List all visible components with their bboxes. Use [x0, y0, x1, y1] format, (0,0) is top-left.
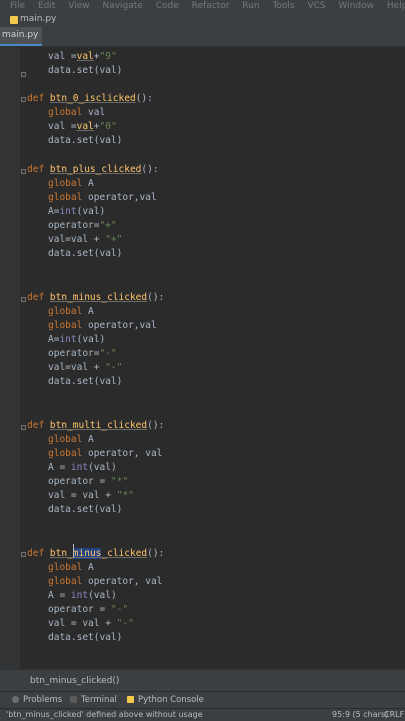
code-line: val=val + "-" — [48, 362, 123, 373]
problems-icon — [12, 696, 19, 703]
code-line: global A — [48, 434, 94, 445]
code-editor[interactable]: val =val+"9" data.set(val) def btn_0_isc… — [0, 47, 405, 669]
selected-text: minus — [72, 548, 102, 559]
code-line: def btn_minus_clicked(): — [27, 292, 165, 303]
tool-window-bar: Problems Terminal Python Console — [0, 691, 405, 709]
python-console-tool-button[interactable]: Python Console — [127, 692, 204, 709]
python-console-icon — [127, 696, 134, 703]
structure-breadcrumb: btn_minus_clicked() — [0, 669, 405, 692]
code-line: val=val + "+" — [48, 234, 123, 245]
code-line: operator = "-" — [48, 604, 129, 615]
code-line: val =val+"0" — [48, 121, 117, 132]
terminal-icon — [70, 696, 77, 703]
menu-run[interactable]: Run — [242, 1, 259, 11]
status-bar: 'btn_minus_clicked' defined above withou… — [0, 708, 405, 721]
menu-vcs[interactable]: VCS — [307, 1, 325, 11]
code-line: global operator,val — [48, 320, 157, 331]
menu-refactor[interactable]: Refactor — [192, 1, 230, 11]
status-message[interactable]: 'btn_minus_clicked' defined above withou… — [6, 709, 203, 721]
menu-window[interactable]: Window — [339, 1, 375, 11]
menu-code[interactable]: Code — [156, 1, 179, 11]
code-line: data.set(val) — [48, 248, 123, 259]
code-line: global val — [48, 107, 106, 118]
code-line: val = val + "*" — [48, 490, 134, 501]
code-line: global operator, val — [48, 576, 163, 587]
menu-view[interactable]: View — [68, 1, 89, 11]
code-line: A=int(val) — [48, 206, 106, 217]
code-line: operator="-" — [48, 348, 117, 359]
code-line: operator="+" — [48, 220, 117, 231]
code-line: data.set(val) — [48, 632, 123, 643]
code-line: data.set(val) — [48, 65, 123, 76]
code-area[interactable]: val =val+"9" data.set(val) def btn_0_isc… — [0, 47, 405, 669]
python-file-icon — [10, 16, 18, 24]
caret-position[interactable]: 95:9 (5 chars) — [332, 709, 388, 721]
code-line: def btn_plus_clicked(): — [27, 164, 159, 175]
problems-tool-button[interactable]: Problems — [12, 692, 62, 709]
code-line: data.set(val) — [48, 135, 123, 146]
breadcrumb-file[interactable]: main.py — [20, 12, 56, 27]
menu-tools[interactable]: Tools — [272, 1, 294, 11]
code-line: global operator, val — [48, 448, 163, 459]
code-line: val = val + "-" — [48, 618, 134, 629]
code-line: def btn_0_isclicked(): — [27, 93, 153, 104]
code-line-current: def btn_minus_clicked(): — [27, 548, 165, 559]
editor-tab-bar: main.py — [0, 27, 405, 47]
tab-main-py[interactable]: main.py — [0, 27, 42, 46]
menu-file[interactable]: File — [10, 1, 25, 11]
navigation-breadcrumb: main.py — [0, 12, 405, 27]
code-line: A=int(val) — [48, 334, 106, 345]
code-line: global operator,val — [48, 192, 157, 203]
menu-navigate[interactable]: Navigate — [102, 1, 142, 11]
code-line: A = int(val) — [48, 590, 117, 601]
terminal-tool-button[interactable]: Terminal — [70, 692, 117, 709]
code-line: global A — [48, 306, 94, 317]
code-line: operator = "*" — [48, 476, 129, 487]
code-line: A = int(val) — [48, 462, 117, 473]
code-line: def btn_multi_clicked(): — [27, 420, 165, 431]
code-line: data.set(val) — [48, 376, 123, 387]
code-line: global A — [48, 178, 94, 189]
breadcrumb-function[interactable]: btn_minus_clicked() — [30, 676, 119, 686]
menu-help[interactable]: Help — [387, 1, 405, 11]
code-line: val =val+"9" — [48, 51, 117, 62]
menu-bar: File Edit View Navigate Code Refactor Ru… — [0, 0, 405, 12]
menu-edit[interactable]: Edit — [38, 1, 55, 11]
code-line: data.set(val) — [48, 504, 123, 515]
line-separator[interactable]: CRLF — [384, 709, 404, 721]
text-cursor — [73, 544, 74, 558]
code-line: global A — [48, 562, 94, 573]
